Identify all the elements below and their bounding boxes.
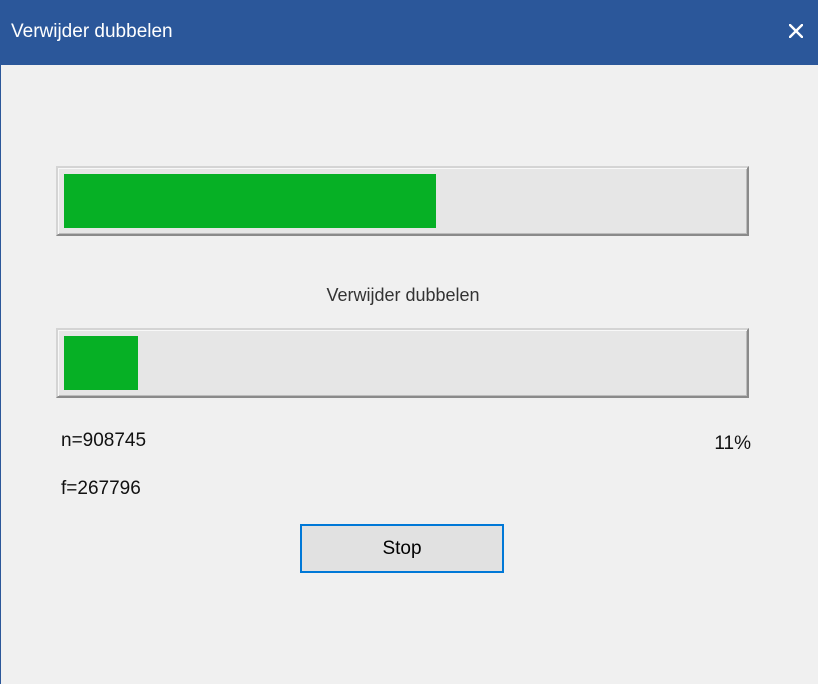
- dialog-body: Verwijder dubbelen n=908745 11% f=267796…: [1, 65, 818, 684]
- current-progress-bar: [56, 328, 749, 398]
- overall-progress-fill: [64, 174, 437, 228]
- count-f-label: f=267796: [61, 478, 141, 499]
- count-n-label: n=908745: [61, 430, 147, 451]
- window-title: Verwijder dubbelen: [11, 21, 173, 42]
- current-progress-fill: [64, 336, 139, 390]
- stop-button[interactable]: Stop: [300, 524, 504, 573]
- progress-dialog: Verwijder dubbelen Verwijder dubbelen n=…: [0, 0, 818, 684]
- close-icon: [789, 24, 803, 38]
- status-label: Verwijder dubbelen: [326, 285, 480, 305]
- close-button[interactable]: [773, 8, 818, 54]
- title-bar[interactable]: Verwijder dubbelen: [1, 0, 818, 65]
- overall-progress-bar: [56, 166, 749, 236]
- percent-label: 11%: [714, 433, 751, 454]
